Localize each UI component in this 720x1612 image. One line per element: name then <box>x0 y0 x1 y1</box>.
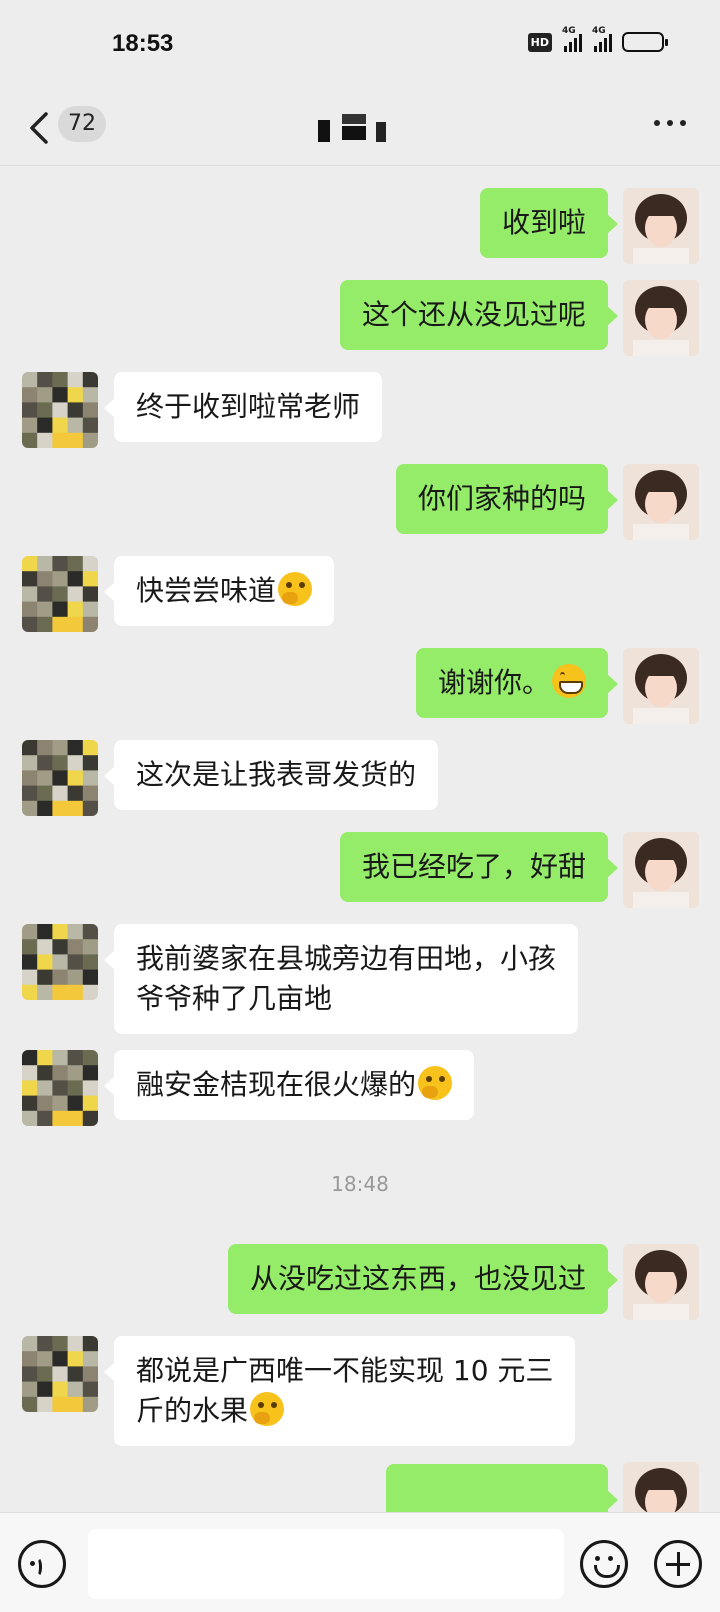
message-text: 谢谢你。 <box>437 666 550 699</box>
thinking-face-emoji <box>278 572 313 606</box>
received-message-bubble[interactable]: 融安金桔现在很火爆的 <box>103 1050 475 1120</box>
chat-header: 72 <box>0 90 720 166</box>
thinking-face-emoji <box>418 1066 453 1100</box>
back-arrow-icon[interactable] <box>26 108 56 148</box>
message-text: 你们家种的吗 <box>417 482 586 515</box>
unread-count-badge[interactable]: 72 <box>58 106 106 142</box>
message-list[interactable]: 18:48 收到啦这个还从没见过呢终于收到啦常老师你们家种的吗快尝尝味道谢谢你。… <box>0 166 720 1512</box>
contact-avatar[interactable] <box>22 1336 98 1412</box>
more-options-icon[interactable] <box>654 120 686 126</box>
received-message-bubble[interactable]: 终于收到啦常老师 <box>103 372 383 442</box>
sent-message-bubble[interactable]: 这个还从没见过呢 <box>339 280 619 350</box>
sent-message-bubble[interactable]: 我已经吃了，好甜 <box>339 832 619 902</box>
more-actions-plus-icon[interactable] <box>654 1540 702 1588</box>
message-text: 这次是让我表哥发货的 <box>136 758 417 791</box>
received-message-bubble[interactable]: 都说是广西唯一不能实现 10 元三 斤的水果 <box>103 1336 576 1446</box>
sent-message-bubble[interactable]: 谢谢你。 <box>415 648 619 718</box>
my-avatar[interactable] <box>623 1244 699 1320</box>
status-icons: HD 4G 4G <box>527 26 668 52</box>
my-avatar[interactable] <box>623 464 699 540</box>
my-avatar[interactable] <box>623 832 699 908</box>
my-avatar[interactable] <box>623 648 699 724</box>
status-bar: 18:53 HD 4G 4G <box>0 0 720 90</box>
contact-avatar[interactable] <box>22 924 98 1000</box>
battery-icon <box>622 32 668 52</box>
thinking-face-emoji <box>250 1392 285 1426</box>
message-text: 这个还从没见过呢 <box>361 298 586 331</box>
message-text: 快尝尝味道 <box>136 574 277 607</box>
sent-message-bubble-partial[interactable] <box>386 1464 618 1512</box>
cell-signal-icon-2: 4G <box>592 26 612 52</box>
message-text: 我已经吃了，好甜 <box>361 850 586 883</box>
sent-message-bubble[interactable]: 你们家种的吗 <box>395 464 619 534</box>
message-text: 我前婆家在县城旁边有田地，小孩 爷爷种了几亩地 <box>136 942 557 1015</box>
my-avatar[interactable] <box>623 1462 699 1512</box>
message-text: 收到啦 <box>501 206 586 239</box>
received-message-bubble[interactable]: 这次是让我表哥发货的 <box>103 740 439 810</box>
voice-input-icon[interactable] <box>18 1540 66 1588</box>
input-bar <box>0 1512 720 1612</box>
message-text: 从没吃过这东西，也没见过 <box>249 1262 586 1295</box>
contact-name-pixelated <box>318 114 386 142</box>
my-avatar[interactable] <box>623 188 699 264</box>
contact-avatar[interactable] <box>22 740 98 816</box>
grinning-face-emoji <box>552 664 586 698</box>
sent-message-bubble[interactable]: 从没吃过这东西，也没见过 <box>227 1244 619 1314</box>
received-message-bubble[interactable]: 快尝尝味道 <box>103 556 335 626</box>
cell-signal-icon: 4G <box>562 26 582 52</box>
sent-message-bubble[interactable]: 收到啦 <box>479 188 619 258</box>
message-text: 都说是广西唯一不能实现 10 元三 斤的水果 <box>136 1354 554 1427</box>
contact-avatar[interactable] <box>22 1050 98 1126</box>
emoji-picker-icon[interactable] <box>580 1540 628 1588</box>
message-input[interactable] <box>88 1529 564 1599</box>
contact-avatar[interactable] <box>22 372 98 448</box>
contact-avatar[interactable] <box>22 556 98 632</box>
received-message-bubble[interactable]: 我前婆家在县城旁边有田地，小孩 爷爷种了几亩地 <box>103 924 579 1034</box>
message-text: 终于收到啦常老师 <box>136 390 361 423</box>
hd-voice-icon: HD <box>527 32 552 52</box>
status-time: 18:53 <box>112 30 174 57</box>
my-avatar[interactable] <box>623 280 699 356</box>
message-text: 融安金桔现在很火爆的 <box>136 1068 417 1101</box>
time-separator: 18:48 <box>331 1172 389 1196</box>
